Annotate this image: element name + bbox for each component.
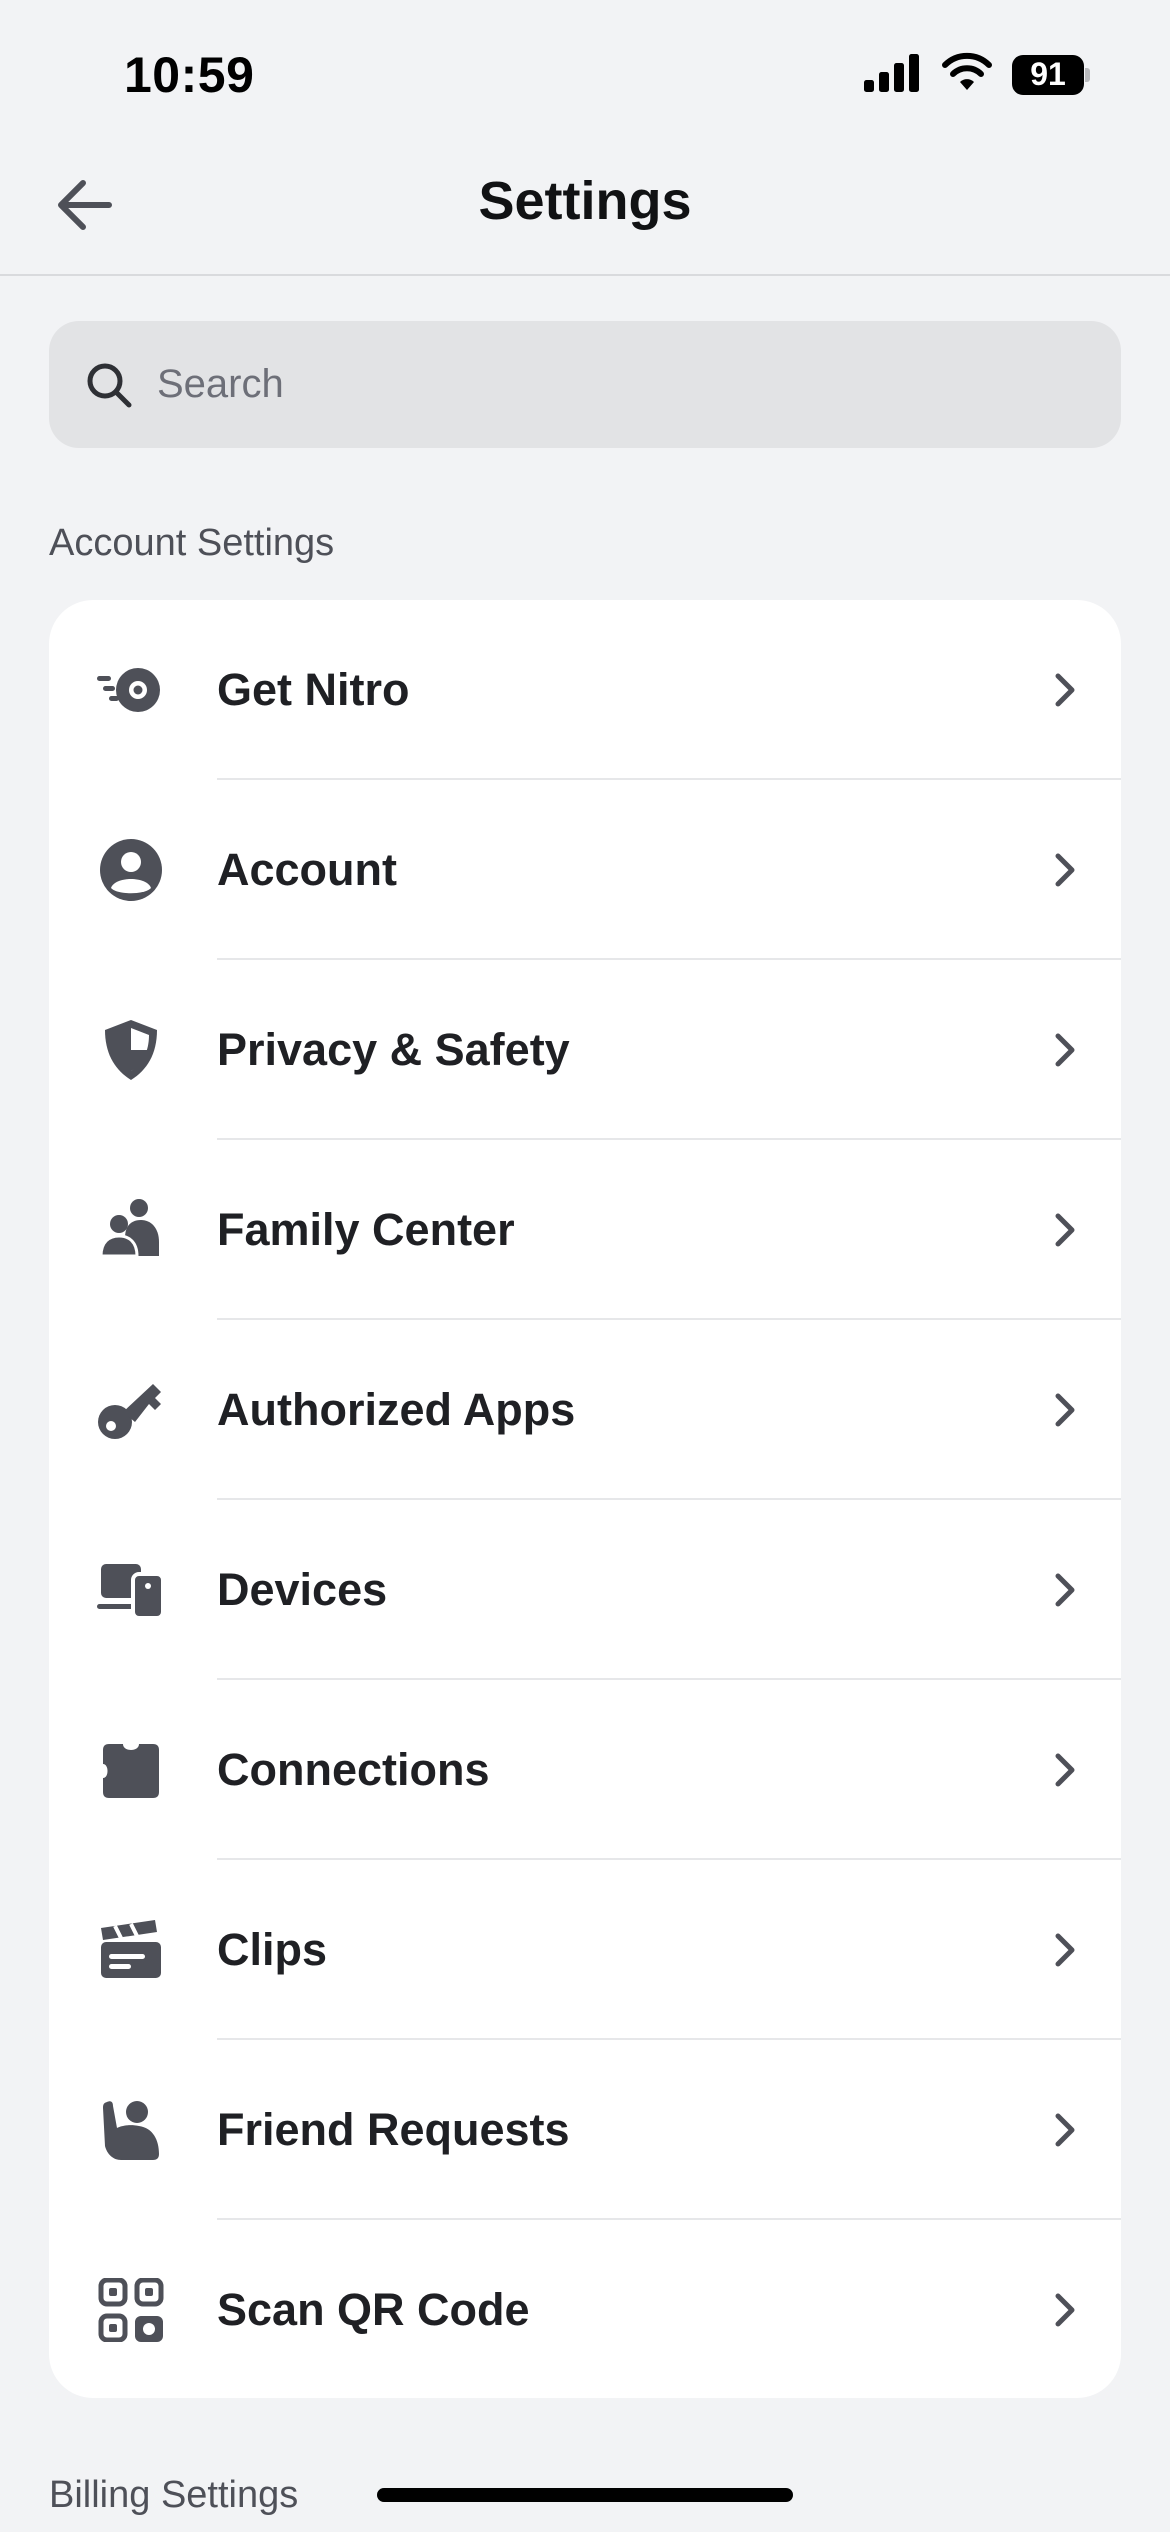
- chevron-right-icon: [1041, 666, 1089, 714]
- settings-item-authorized-apps[interactable]: Authorized Apps: [49, 1320, 1121, 1500]
- settings-item-get-nitro[interactable]: Get Nitro: [49, 600, 1121, 780]
- settings-item-scan-qr-code[interactable]: Scan QR Code: [49, 2220, 1121, 2398]
- status-bar: 10:59 91: [0, 0, 1170, 140]
- settings-item-connections[interactable]: Connections: [49, 1680, 1121, 1860]
- settings-item-label: Account: [217, 844, 397, 895]
- settings-item-label: Authorized Apps: [217, 1384, 576, 1435]
- settings-item-clips[interactable]: Clips: [49, 1860, 1121, 2040]
- home-indicator[interactable]: [377, 2488, 793, 2502]
- chevron-right-icon: [1041, 1026, 1089, 1074]
- cellular-signal-icon: [862, 52, 922, 97]
- navigation-bar: Settings: [0, 140, 1170, 276]
- settings-item-devices[interactable]: Devices: [49, 1500, 1121, 1680]
- settings-item-label: Devices: [217, 1564, 388, 1615]
- nitro-icon: [95, 658, 167, 722]
- chevron-right-icon: [1041, 1746, 1089, 1794]
- settings-item-label: Get Nitro: [217, 664, 410, 715]
- wave-icon: [95, 2098, 167, 2162]
- status-icons: 91: [862, 52, 1090, 97]
- settings-item-label: Scan QR Code: [217, 2284, 530, 2335]
- section-header-billing-settings: Billing Settings: [49, 2474, 299, 2516]
- settings-item-privacy-safety[interactable]: Privacy & Safety: [49, 960, 1121, 1140]
- settings-item-label: Connections: [217, 1744, 490, 1795]
- chevron-right-icon: [1041, 1566, 1089, 1614]
- page-title: Settings: [478, 171, 692, 231]
- status-time: 10:59: [124, 47, 255, 103]
- chevron-right-icon: [1041, 2286, 1089, 2334]
- chevron-right-icon: [1041, 2106, 1089, 2154]
- search-icon: [83, 359, 135, 411]
- battery-icon: 91: [1012, 54, 1090, 95]
- account-settings-card: Get Nitro Account Privacy & Safety Famil…: [49, 600, 1121, 2398]
- search-bar[interactable]: [49, 321, 1121, 448]
- qr-code-icon: [95, 2278, 167, 2342]
- shield-icon: [95, 1018, 167, 1082]
- key-icon: [95, 1378, 167, 1442]
- chevron-right-icon: [1041, 1206, 1089, 1254]
- clapper-icon: [95, 1918, 167, 1982]
- settings-item-family-center[interactable]: Family Center: [49, 1140, 1121, 1320]
- settings-item-label: Clips: [217, 1924, 328, 1975]
- account-icon: [95, 838, 167, 902]
- settings-item-label: Family Center: [217, 1204, 515, 1255]
- puzzle-icon: [95, 1738, 167, 1802]
- chevron-right-icon: [1041, 846, 1089, 894]
- wifi-icon: [940, 52, 994, 97]
- section-header-account-settings: Account Settings: [49, 522, 335, 564]
- family-icon: [95, 1198, 167, 1262]
- settings-item-friend-requests[interactable]: Friend Requests: [49, 2040, 1121, 2220]
- chevron-right-icon: [1041, 1926, 1089, 1974]
- chevron-right-icon: [1041, 1386, 1089, 1434]
- devices-icon: [95, 1558, 167, 1622]
- battery-level: 91: [1012, 54, 1084, 95]
- settings-item-label: Privacy & Safety: [217, 1024, 570, 1075]
- settings-item-account[interactable]: Account: [49, 780, 1121, 960]
- search-input[interactable]: [155, 361, 1059, 408]
- settings-item-label: Friend Requests: [217, 2104, 570, 2155]
